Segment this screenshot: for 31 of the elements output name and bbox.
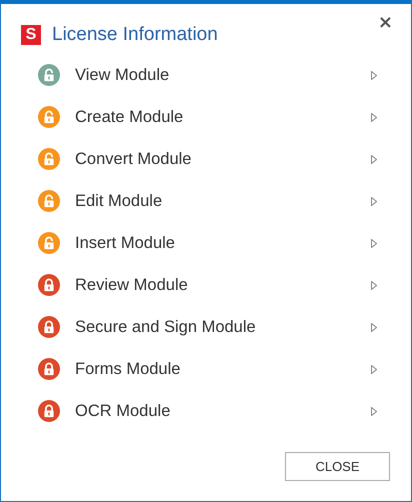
module-row[interactable]: OCR Module bbox=[1, 390, 411, 432]
module-label: Convert Module bbox=[75, 150, 192, 168]
module-label: Forms Module bbox=[75, 360, 182, 378]
module-label: View Module bbox=[75, 66, 170, 84]
module-label: Edit Module bbox=[75, 192, 164, 210]
expand-arrow-icon bbox=[371, 322, 377, 332]
module-row[interactable]: Review Module bbox=[1, 264, 411, 306]
expand-arrow-icon bbox=[371, 280, 377, 290]
expand-arrow-icon bbox=[371, 70, 377, 80]
module-label: Insert Module bbox=[75, 234, 176, 252]
window-title: License Information bbox=[52, 24, 218, 46]
close-button[interactable]: × bbox=[378, 14, 393, 32]
module-label: OCR Module bbox=[75, 402, 172, 420]
expand-arrow-icon bbox=[371, 364, 377, 374]
module-row[interactable]: Create Module bbox=[1, 96, 411, 138]
module-row[interactable]: Forms Module bbox=[1, 348, 411, 390]
expand-arrow-icon bbox=[371, 196, 377, 206]
expand-arrow-icon bbox=[371, 238, 377, 248]
module-row[interactable]: Secure and Sign Module bbox=[1, 306, 411, 348]
module-row[interactable]: View Module bbox=[1, 54, 411, 96]
close-dialog-button[interactable]: CLOSE bbox=[285, 452, 390, 481]
expand-arrow-icon bbox=[371, 154, 377, 164]
module-row[interactable]: Convert Module bbox=[1, 138, 411, 180]
module-label: Secure and Sign Module bbox=[75, 318, 257, 336]
module-label: Review Module bbox=[75, 276, 189, 294]
expand-arrow-icon bbox=[371, 112, 377, 122]
module-row[interactable]: Insert Module bbox=[1, 222, 411, 264]
expand-arrow-icon bbox=[371, 406, 377, 416]
module-label: Create Module bbox=[75, 108, 184, 126]
app-logo: S bbox=[21, 25, 41, 45]
module-row[interactable]: Edit Module bbox=[1, 180, 411, 222]
